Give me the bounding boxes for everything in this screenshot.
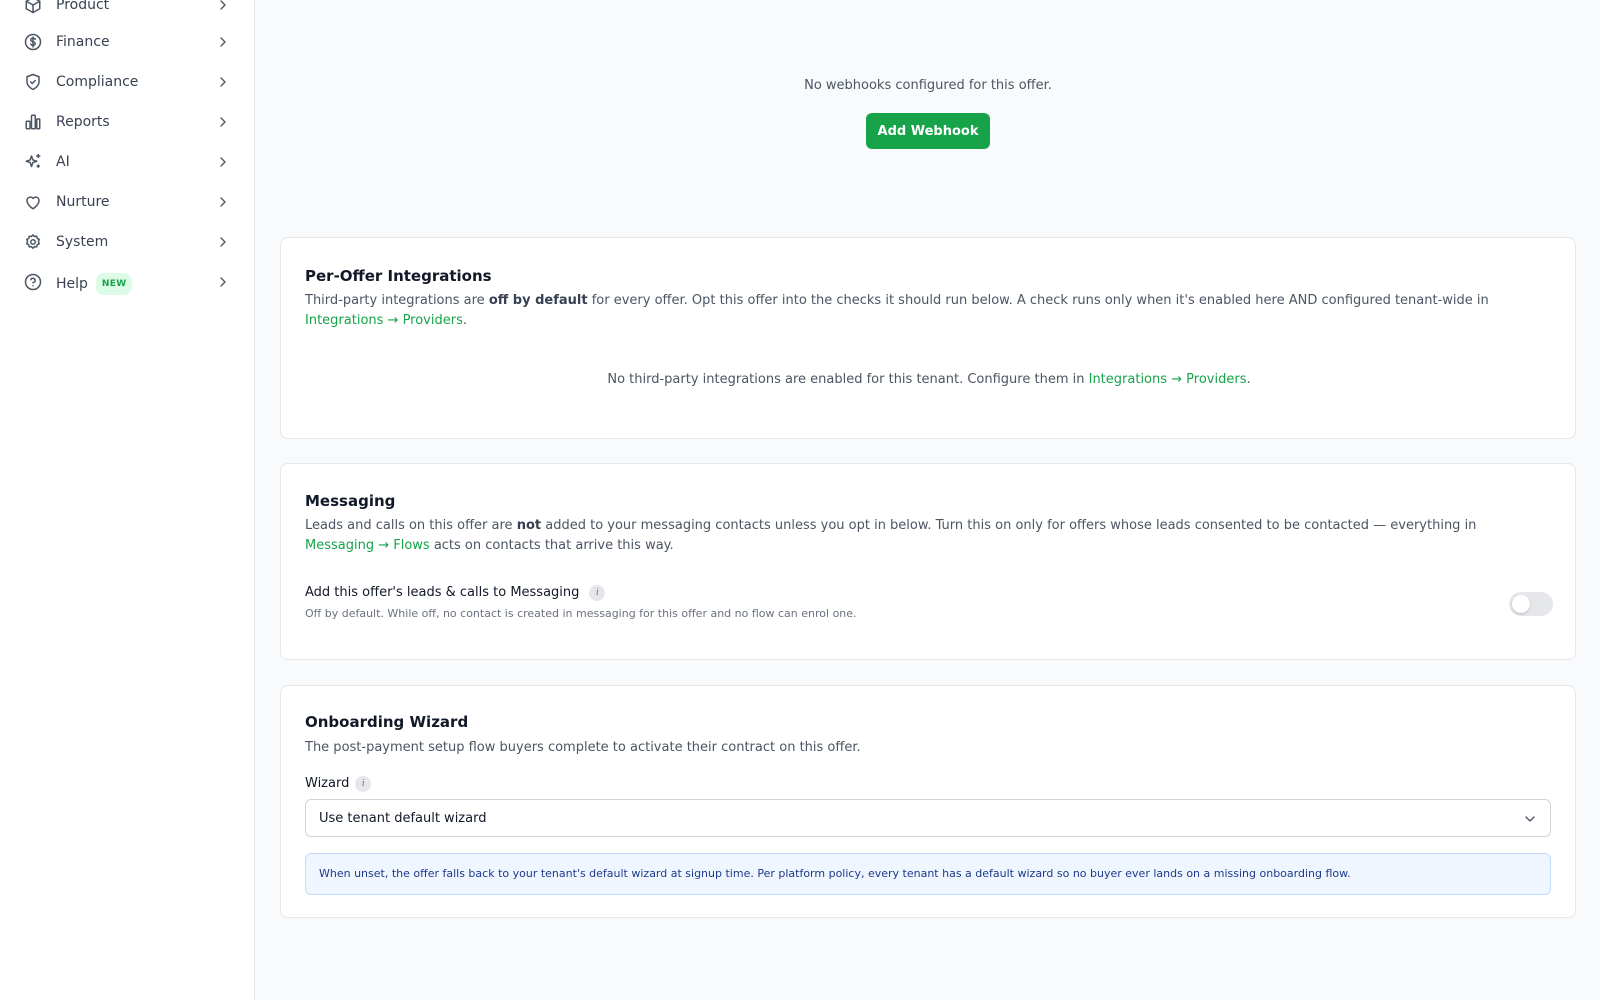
empty-text: . bbox=[1246, 372, 1251, 387]
dollar-icon bbox=[24, 33, 42, 51]
help-circle-icon bbox=[24, 273, 42, 291]
sidebar-item-label: System bbox=[56, 234, 109, 250]
desc-bold: off by default bbox=[488, 293, 588, 308]
add-webhook-button[interactable]: Add Webhook bbox=[866, 113, 990, 149]
desc-text: Third-party integrations are bbox=[305, 293, 489, 308]
sidebar-item-compliance[interactable]: Compliance bbox=[0, 65, 255, 99]
chevron-right-icon bbox=[215, 194, 231, 210]
messaging-flows-link[interactable]: Messaging → Flows bbox=[305, 538, 430, 553]
messaging-toggle-label: Add this offer's leads & calls to Messag… bbox=[305, 585, 606, 601]
sidebar-item-help[interactable]: Help NEW bbox=[0, 265, 255, 299]
desc-text: Leads and calls on this offer are bbox=[305, 518, 517, 533]
wizard-select-value: Use tenant default wizard bbox=[319, 811, 487, 826]
sidebar-item-label: Finance bbox=[56, 34, 110, 50]
sidebar: Product Finance Compliance Reports AI Nu… bbox=[0, 0, 255, 1000]
toggle-label-text: Add this offer's leads & calls to Messag… bbox=[305, 585, 580, 600]
integrations-card: Per-Offer Integrations Third-party integ… bbox=[280, 237, 1576, 439]
cube-icon bbox=[24, 0, 42, 14]
main-content: No webhooks configured for this offer. A… bbox=[256, 0, 1600, 1000]
sparkles-icon bbox=[24, 153, 42, 171]
desc-text: . bbox=[462, 313, 468, 328]
sidebar-item-label: Nurture bbox=[56, 194, 110, 210]
sidebar-item-system[interactable]: System bbox=[0, 225, 255, 259]
sidebar-item-reports[interactable]: Reports bbox=[0, 105, 255, 139]
sidebar-item-label-wrap: Help NEW bbox=[56, 273, 133, 295]
chevron-right-icon bbox=[215, 74, 231, 90]
wizard-select[interactable]: Use tenant default wizard bbox=[305, 799, 1551, 837]
sidebar-item-label: Compliance bbox=[56, 74, 139, 90]
chevron-right-icon bbox=[215, 114, 231, 130]
desc-text: added to your messaging contacts unless … bbox=[541, 518, 1477, 533]
chevron-right-icon bbox=[215, 274, 231, 290]
sidebar-item-nurture[interactable]: Nurture bbox=[0, 185, 255, 219]
shield-icon bbox=[24, 73, 42, 91]
chevron-down-icon bbox=[1522, 811, 1538, 827]
info-icon[interactable]: i bbox=[589, 585, 606, 601]
messaging-card: Messaging Leads and calls on this offer … bbox=[280, 463, 1576, 660]
desc-text: for every offer. Opt this offer into the… bbox=[587, 293, 1489, 308]
messaging-title: Messaging bbox=[305, 492, 396, 510]
desc-bold: not bbox=[516, 518, 542, 533]
integrations-empty-message: No third-party integrations are enabled … bbox=[281, 372, 1577, 387]
sidebar-item-ai[interactable]: AI bbox=[0, 145, 255, 179]
wizard-label-text: Wizard bbox=[305, 776, 350, 791]
sidebar-item-label: Help bbox=[56, 276, 88, 292]
chevron-right-icon bbox=[215, 154, 231, 170]
info-icon[interactable]: i bbox=[355, 776, 372, 792]
chevron-right-icon bbox=[215, 234, 231, 250]
integrations-description: Third-party integrations are off by defa… bbox=[305, 291, 1535, 331]
messaging-description: Leads and calls on this offer are not ad… bbox=[305, 516, 1535, 556]
gear-icon bbox=[24, 233, 42, 251]
wizard-info-text: When unset, the offer falls back to your… bbox=[319, 867, 1351, 880]
bar-chart-icon bbox=[24, 113, 42, 131]
sidebar-item-product[interactable]: Product bbox=[0, 0, 255, 22]
sidebar-item-label: Product bbox=[56, 0, 110, 13]
empty-text: No third-party integrations are enabled … bbox=[607, 372, 1089, 387]
sidebar-item-finance[interactable]: Finance bbox=[0, 25, 255, 59]
integrations-providers-link[interactable]: Integrations → Providers bbox=[1089, 372, 1247, 387]
onboarding-card: Onboarding Wizard The post-payment setup… bbox=[280, 685, 1576, 918]
desc-text: acts on contacts that arrive this way. bbox=[429, 538, 674, 553]
new-badge: NEW bbox=[95, 273, 133, 295]
messaging-toggle[interactable] bbox=[1509, 592, 1553, 616]
toggle-knob bbox=[1512, 595, 1530, 613]
wizard-field-label: Wizard i bbox=[305, 776, 372, 792]
messaging-toggle-help: Off by default. While off, no contact is… bbox=[305, 607, 857, 620]
heart-icon bbox=[24, 193, 42, 211]
chevron-right-icon bbox=[215, 34, 231, 50]
onboarding-description: The post-payment setup flow buyers compl… bbox=[305, 740, 861, 755]
sidebar-item-label: Reports bbox=[56, 114, 110, 130]
wizard-info-callout: When unset, the offer falls back to your… bbox=[305, 853, 1551, 895]
integrations-title: Per-Offer Integrations bbox=[305, 267, 492, 285]
chevron-right-icon bbox=[215, 0, 231, 13]
webhooks-empty-text: No webhooks configured for this offer. bbox=[804, 78, 1052, 93]
sidebar-item-label: AI bbox=[56, 154, 70, 170]
integrations-providers-link[interactable]: Integrations → Providers bbox=[305, 313, 463, 328]
onboarding-title: Onboarding Wizard bbox=[305, 713, 469, 731]
